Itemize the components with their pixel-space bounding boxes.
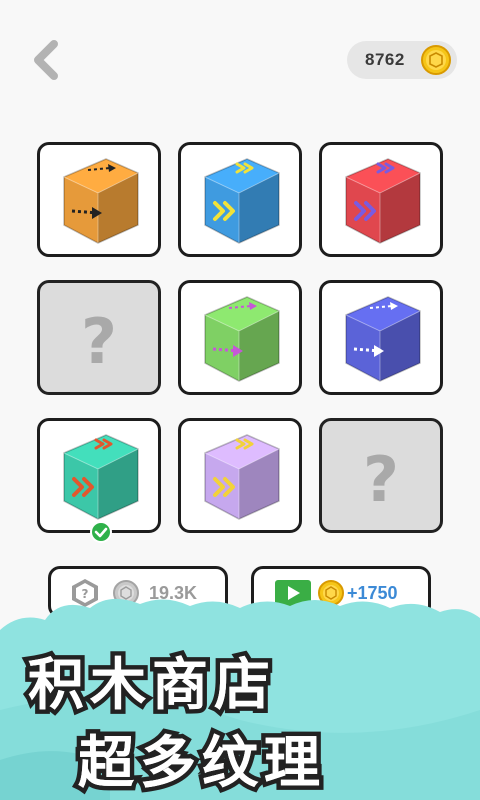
banner-title: 积木商店: [28, 653, 276, 718]
question-mark-icon: ?: [363, 443, 399, 516]
banner-subtitle: 超多纹理: [78, 731, 326, 796]
cube-skin-icon: [63, 158, 139, 244]
cube-skin-icon: [63, 434, 139, 520]
cube-skin-icon: [204, 434, 280, 520]
selected-check-icon: [90, 521, 112, 543]
locked-skin-slot[interactable]: ?: [319, 418, 443, 533]
skin-slot[interactable]: [178, 280, 302, 395]
back-button[interactable]: [28, 38, 68, 82]
skin-slot[interactable]: [319, 280, 443, 395]
coin-balance: 8762: [347, 41, 457, 79]
skin-slot[interactable]: [37, 142, 161, 257]
cube-skin-icon: [204, 158, 280, 244]
skin-slot[interactable]: [37, 418, 161, 543]
locked-skin-slot[interactable]: ?: [37, 280, 161, 395]
cube-skin-icon: [204, 296, 280, 382]
cube-skin-icon: [345, 158, 421, 244]
gold-coin-icon: [421, 45, 451, 75]
chevron-left-icon: [34, 40, 58, 80]
skin-slot[interactable]: [178, 418, 302, 533]
coin-count: 8762: [365, 50, 405, 69]
skin-slot[interactable]: [178, 142, 302, 257]
cube-skin-icon: [345, 296, 421, 382]
skin-slot[interactable]: [319, 142, 443, 257]
skin-grid: ??: [37, 142, 443, 543]
question-mark-icon: ?: [81, 305, 117, 378]
